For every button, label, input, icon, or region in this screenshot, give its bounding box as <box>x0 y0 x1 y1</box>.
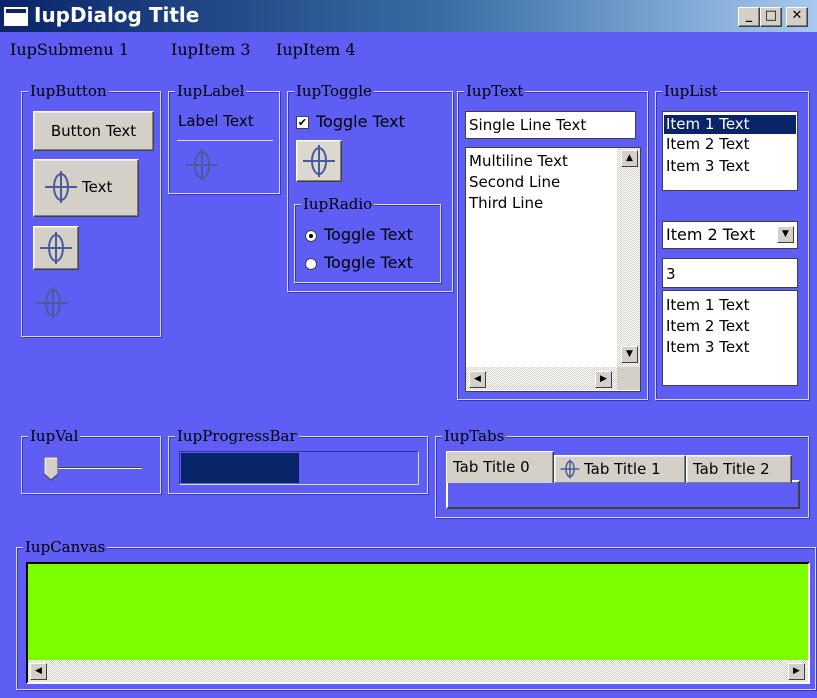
multiline-line-3: Third Line <box>469 194 544 212</box>
canvas-horizontal-scrollbar[interactable] <box>28 660 808 682</box>
single-line-text-input[interactable]: Single Line Text <box>465 111 636 139</box>
frame-iuptext: IupText Single Line Text Multiline Text … <box>457 81 648 400</box>
text-button[interactable]: Button Text <box>33 111 154 151</box>
dropdown-arrow-icon[interactable]: ▼ <box>777 226 794 243</box>
list-item[interactable]: Item 3 Text <box>666 337 750 358</box>
menu-bar: IupSubmenu 1 IupItem 3 IupItem 4 <box>0 40 817 62</box>
vertical-scrollbar[interactable] <box>617 148 640 367</box>
list-item[interactable]: Item 3 Text <box>666 157 750 176</box>
title-bar[interactable]: IupDialog Title _ □ ✕ <box>0 0 817 32</box>
radio-option-1-label: Toggle Text <box>324 225 413 244</box>
image-text-button-label: Text <box>82 178 113 196</box>
label-separator <box>177 140 273 141</box>
frame-title-iupprogressbar: IupProgressBar <box>175 426 299 446</box>
crosshair-icon <box>45 171 77 203</box>
list-item-selected[interactable]: Item 1 Text <box>664 115 796 134</box>
minimize-button[interactable]: _ <box>738 7 760 27</box>
progress-bar-fill <box>181 453 299 483</box>
crosshair-icon <box>40 232 72 264</box>
scroll-left-arrow-icon[interactable]: ◀ <box>469 371 486 388</box>
maximize-button[interactable]: □ <box>760 7 782 27</box>
multiline-line-2: Second Line <box>469 173 561 191</box>
frame-title-iuptabs: IupTabs <box>442 426 507 446</box>
radio-option-2-label: Toggle Text <box>324 253 413 272</box>
list-item[interactable]: Item 2 Text <box>666 135 750 154</box>
canvas[interactable]: ◀ ▶ <box>26 562 810 684</box>
crosshair-icon <box>186 149 218 181</box>
multiline-line-1: Multiline Text <box>469 152 568 170</box>
frame-iuplist: IupList Item 1 Text Item 2 Text Item 3 T… <box>655 81 809 400</box>
checkbox-checkmark-icon: ✔ <box>296 116 309 129</box>
frame-iupval: IupVal <box>21 426 161 494</box>
single-line-text-value: Single Line Text <box>469 116 587 134</box>
radio-option-2[interactable]: Toggle Text <box>305 254 439 274</box>
slider-track[interactable] <box>44 467 142 469</box>
tab-content-panel <box>446 480 800 509</box>
edit-list-value: 3 <box>666 265 676 283</box>
progress-bar <box>179 451 419 485</box>
edit-list-input[interactable]: 3 <box>662 258 798 288</box>
multiline-text-value: Multiline Text Second Line Third Line <box>469 151 568 214</box>
crosshair-icon <box>303 145 335 177</box>
toggle-checkbox[interactable]: ✔ Toggle Text <box>296 113 446 133</box>
multiline-text-input[interactable]: Multiline Text Second Line Third Line ▲ … <box>465 147 641 392</box>
frame-title-iupradio: IupRadio <box>301 194 375 214</box>
menu-iupitem-3[interactable]: IupItem 3 <box>171 40 251 59</box>
list-item[interactable]: Item 2 Text <box>666 316 750 337</box>
slider-thumb[interactable] <box>43 456 59 481</box>
frame-title-iupbutton: IupButton <box>28 81 109 101</box>
list-item[interactable]: Item 1 Text <box>666 295 750 316</box>
frame-iupbutton: IupButton Button Text Text <box>21 81 161 337</box>
frame-iupradio: IupRadio Toggle Text Toggle Text <box>294 194 441 283</box>
scroll-left-arrow-icon[interactable]: ◀ <box>30 663 47 680</box>
crosshair-icon[interactable] <box>36 286 70 320</box>
frame-iuptabs: IupTabs Tab Title 0 Tab Title 1 Tab Titl… <box>435 426 809 518</box>
radio-option-1[interactable]: Toggle Text <box>305 226 439 246</box>
edit-list-items[interactable]: Item 1 Text Item 2 Text Item 3 Text <box>662 290 798 386</box>
tab-title-1-label: Tab Title 1 <box>584 460 661 478</box>
close-button[interactable]: ✕ <box>786 7 808 27</box>
toggle-label: Toggle Text <box>316 112 405 131</box>
image-toggle-button[interactable] <box>296 140 342 182</box>
scroll-down-arrow-icon[interactable]: ▼ <box>621 346 638 363</box>
radio-selected-icon <box>305 230 317 242</box>
scroll-right-arrow-icon[interactable]: ▶ <box>595 371 612 388</box>
tab-title-2[interactable]: Tab Title 2 <box>686 455 792 483</box>
crosshair-icon <box>560 459 580 479</box>
scroll-right-arrow-icon[interactable]: ▶ <box>788 663 805 680</box>
frame-iupcanvas: IupCanvas ◀ ▶ <box>16 537 816 690</box>
tab-title-2-label: Tab Title 2 <box>693 460 770 478</box>
list-box[interactable]: Item 1 Text Item 2 Text Item 3 Text <box>662 111 798 191</box>
image-text-button[interactable]: Text <box>33 159 139 217</box>
menu-iupitem-4[interactable]: IupItem 4 <box>276 40 356 59</box>
frame-title-iuptext: IupText <box>464 81 526 101</box>
tab-title-0[interactable]: Tab Title 0 <box>446 451 554 483</box>
tab-title-0-label: Tab Title 0 <box>453 458 530 476</box>
image-button[interactable] <box>33 226 79 270</box>
frame-iupprogressbar: IupProgressBar <box>168 426 428 494</box>
frame-title-iupval: IupVal <box>28 426 81 446</box>
dropdown-selected-value: Item 2 Text <box>666 225 756 244</box>
frame-title-iuplabel: IupLabel <box>175 81 247 101</box>
frame-title-iupcanvas: IupCanvas <box>23 537 108 557</box>
scroll-up-arrow-icon[interactable]: ▲ <box>621 150 638 167</box>
tab-title-1[interactable]: Tab Title 1 <box>554 455 686 483</box>
window-title: IupDialog Title <box>34 3 200 27</box>
menu-iupsubmenu-1[interactable]: IupSubmenu 1 <box>10 40 129 59</box>
radio-unselected-icon <box>305 258 317 270</box>
scrollbar-corner <box>617 367 640 390</box>
frame-iuplabel: IupLabel Label Text <box>168 81 280 194</box>
frame-title-iuptoggle: IupToggle <box>294 81 374 101</box>
label-text: Label Text <box>178 112 254 130</box>
dropdown-list[interactable]: Item 2 Text ▼ <box>662 221 798 249</box>
frame-title-iuplist: IupList <box>662 81 720 101</box>
frame-iuptoggle: IupToggle ✔ Toggle Text IupRadio Toggle … <box>287 81 453 292</box>
app-window-icon <box>4 7 28 26</box>
